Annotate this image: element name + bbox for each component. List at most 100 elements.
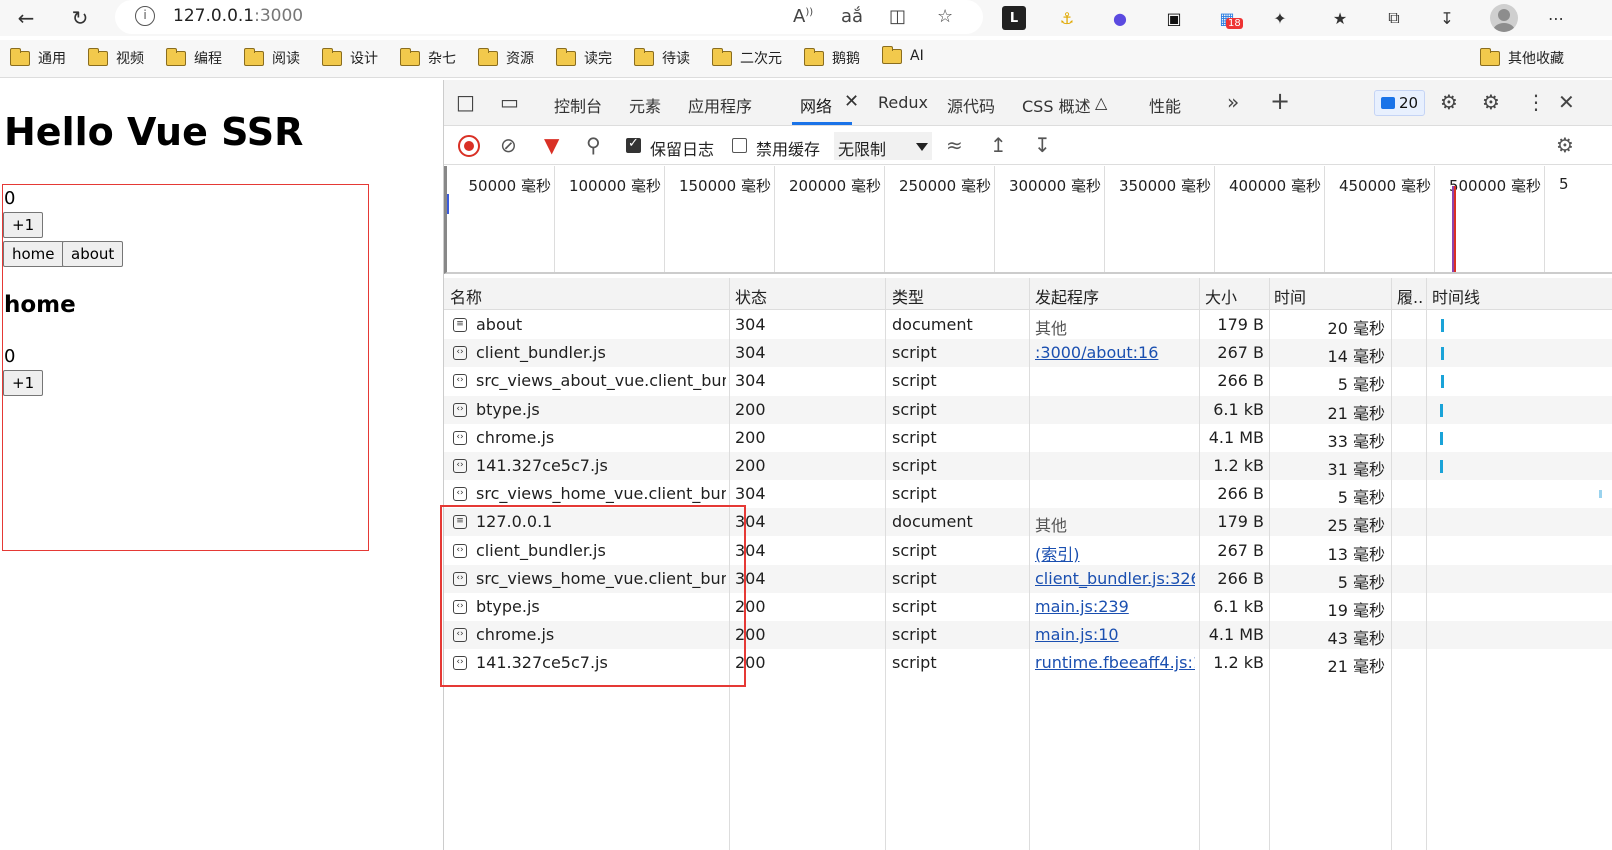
bookmark-folder[interactable]: 待读 xyxy=(633,47,690,68)
bookmark-folder[interactable]: 编程 xyxy=(165,47,222,68)
column-divider[interactable] xyxy=(1029,278,1030,850)
search-icon[interactable]: ⚲ xyxy=(586,133,601,157)
bookmark-folder[interactable]: 读完 xyxy=(555,47,612,68)
tab-console[interactable]: 控制台 xyxy=(554,93,602,117)
bookmark-folder[interactable]: 杂七 xyxy=(399,47,456,68)
network-conditions-icon[interactable]: ≈ xyxy=(946,133,963,157)
issues-badge[interactable]: 20 xyxy=(1374,90,1426,116)
table-row[interactable]: ‹› 141.327ce5c7.js 200 script 1.2 kB 31 毫秒 xyxy=(444,452,1612,480)
bookmark-folder[interactable]: 设计 xyxy=(321,47,378,68)
reload-icon[interactable]: ↻ xyxy=(66,4,94,32)
col-size[interactable]: 大小 xyxy=(1205,284,1237,308)
profile-avatar[interactable] xyxy=(1490,4,1518,32)
bookmark-folder[interactable]: 阅读 xyxy=(243,47,300,68)
preserve-log-checkbox[interactable] xyxy=(626,136,641,153)
more-tabs-icon[interactable]: » xyxy=(1227,90,1239,114)
collections-icon[interactable]: ⧉ xyxy=(1382,6,1406,30)
read-aloud-icon[interactable]: A)) xyxy=(793,6,813,27)
cell-type: script xyxy=(892,568,937,588)
cell-size: 267 B xyxy=(1217,343,1264,363)
network-settings-icon[interactable]: ⚙ xyxy=(1556,133,1574,157)
table-row[interactable]: ‹› src_views_home_vue.client_bundl... 304 s… xyxy=(444,480,1612,508)
folder-icon xyxy=(87,47,108,66)
cell-initiator[interactable]: :3000/about:16 xyxy=(1035,343,1195,362)
tab-redux[interactable]: Redux xyxy=(878,93,928,112)
favorite-star-icon[interactable]: ☆ xyxy=(937,6,953,27)
cell-initiator[interactable]: (索引) xyxy=(1035,541,1195,565)
network-overview[interactable]: 50000 毫秒 100000 毫秒 150000 毫秒 200000 毫秒 2… xyxy=(444,166,1612,274)
table-row[interactable]: ‹› chrome.js 200 script 4.1 MB 33 毫秒 xyxy=(444,424,1612,452)
downloads-icon[interactable]: ↧ xyxy=(1435,6,1459,30)
disable-cache-checkbox[interactable] xyxy=(732,138,747,153)
bookmark-folder[interactable]: 通用 xyxy=(9,47,66,68)
table-row[interactable]: ‹› src_views_about_vue.client_bundl... 304… xyxy=(444,367,1612,395)
nav-about-button[interactable]: about xyxy=(62,241,124,267)
app-container xyxy=(2,184,369,551)
close-devtools-icon[interactable]: ✕ xyxy=(1558,90,1575,114)
more-menu-icon[interactable]: ⋯ xyxy=(1544,6,1568,30)
throttle-select[interactable]: 无限制 xyxy=(834,132,932,160)
tab-performance[interactable]: 性能 xyxy=(1149,93,1181,117)
extensions-puzzle-icon[interactable]: ✦ xyxy=(1268,6,1292,30)
col-waterfall[interactable]: 时间线 xyxy=(1432,284,1480,308)
extension-tampermonkey-icon[interactable]: ▣ xyxy=(1162,6,1186,30)
extension-l-icon[interactable]: L xyxy=(1002,6,1026,30)
bookmark-folder[interactable]: 视频 xyxy=(87,47,144,68)
bookmark-folder[interactable]: 资源 xyxy=(477,47,534,68)
bookmark-folder-other[interactable]: 其他收藏 xyxy=(1479,47,1564,68)
extension-s-icon[interactable]: ● xyxy=(1108,6,1132,30)
column-divider[interactable] xyxy=(885,278,886,850)
cell-initiator[interactable]: main.js:239 xyxy=(1035,597,1195,616)
tab-css-overview[interactable]: CSS 概述 xyxy=(1022,93,1091,117)
cell-status: 304 xyxy=(735,484,766,504)
settings-gear-icon[interactable]: ⚙ xyxy=(1482,90,1500,114)
tab-elements[interactable]: 元素 xyxy=(629,93,661,117)
split-screen-icon[interactable]: ◫ xyxy=(889,6,906,27)
filter-icon[interactable]: ▼ xyxy=(544,133,559,157)
col-time[interactable]: 时间 xyxy=(1274,284,1306,308)
tab-network[interactable]: 网络 xyxy=(800,93,832,117)
column-divider[interactable] xyxy=(1426,278,1427,850)
cell-status: 304 xyxy=(735,512,766,532)
record-stop-icon[interactable] xyxy=(458,135,480,157)
col-fulfilled[interactable]: 履.. xyxy=(1397,284,1423,308)
favorites-icon[interactable]: ★ xyxy=(1328,6,1352,30)
tab-application[interactable]: 应用程序 xyxy=(688,93,752,117)
extension-fox-icon[interactable]: ⚓ xyxy=(1055,6,1079,30)
clear-icon[interactable]: ⊘ xyxy=(500,133,517,157)
col-initiator[interactable]: 发起程序 xyxy=(1035,284,1099,308)
url-text[interactable]: 127.0.0.1:3000 xyxy=(173,6,303,26)
nav-home-button[interactable]: home xyxy=(3,241,64,267)
increment-button[interactable]: +1 xyxy=(3,212,44,238)
inspect-element-icon[interactable]: □ xyxy=(456,90,475,114)
device-toolbar-icon[interactable]: ▭ xyxy=(500,90,519,114)
cell-initiator[interactable]: runtime.fbeeaff4.js:1 xyxy=(1035,653,1195,672)
close-tab-icon[interactable]: ✕ xyxy=(844,91,859,112)
column-divider[interactable] xyxy=(1199,278,1200,850)
export-har-icon[interactable]: ↧ xyxy=(1034,133,1051,157)
site-info-icon[interactable]: i xyxy=(135,6,155,26)
col-type[interactable]: 类型 xyxy=(892,284,924,308)
col-status[interactable]: 状态 xyxy=(735,284,767,308)
col-name[interactable]: 名称 xyxy=(450,284,482,308)
bookmark-folder[interactable]: 鹅鹅 xyxy=(803,47,860,68)
cell-initiator[interactable]: main.js:10 xyxy=(1035,625,1195,644)
customize-icon[interactable]: ⚙ xyxy=(1440,90,1458,114)
table-row[interactable]: ‹› btype.js 200 script 6.1 kB 21 毫秒 xyxy=(444,395,1612,424)
add-tab-icon[interactable]: + xyxy=(1270,87,1290,115)
import-har-icon[interactable]: ↥ xyxy=(990,133,1007,157)
view-increment-button[interactable]: +1 xyxy=(3,370,44,396)
translate-icon[interactable]: aắ xyxy=(841,6,863,27)
cell-status: 200 xyxy=(735,625,766,645)
column-divider[interactable] xyxy=(1269,278,1270,850)
bookmark-folder[interactable]: AI xyxy=(881,45,924,64)
address-bar[interactable]: i 127.0.0.1:3000 A)) aắ ◫ ☆ xyxy=(115,0,983,34)
table-row[interactable]: ≡ about 304 document 其他 179 B 20 毫秒 xyxy=(444,311,1612,339)
table-row[interactable]: ‹› client_bundler.js 304 script:3000/about:… xyxy=(444,339,1612,368)
column-divider[interactable] xyxy=(1391,278,1392,850)
back-icon[interactable]: ← xyxy=(12,4,40,32)
tab-sources[interactable]: 源代码 xyxy=(947,93,995,117)
cell-initiator[interactable]: client_bundler.js:326 xyxy=(1035,569,1195,588)
kebab-menu-icon[interactable]: ⋮ xyxy=(1526,90,1546,114)
bookmark-folder[interactable]: 二次元 xyxy=(711,47,782,68)
